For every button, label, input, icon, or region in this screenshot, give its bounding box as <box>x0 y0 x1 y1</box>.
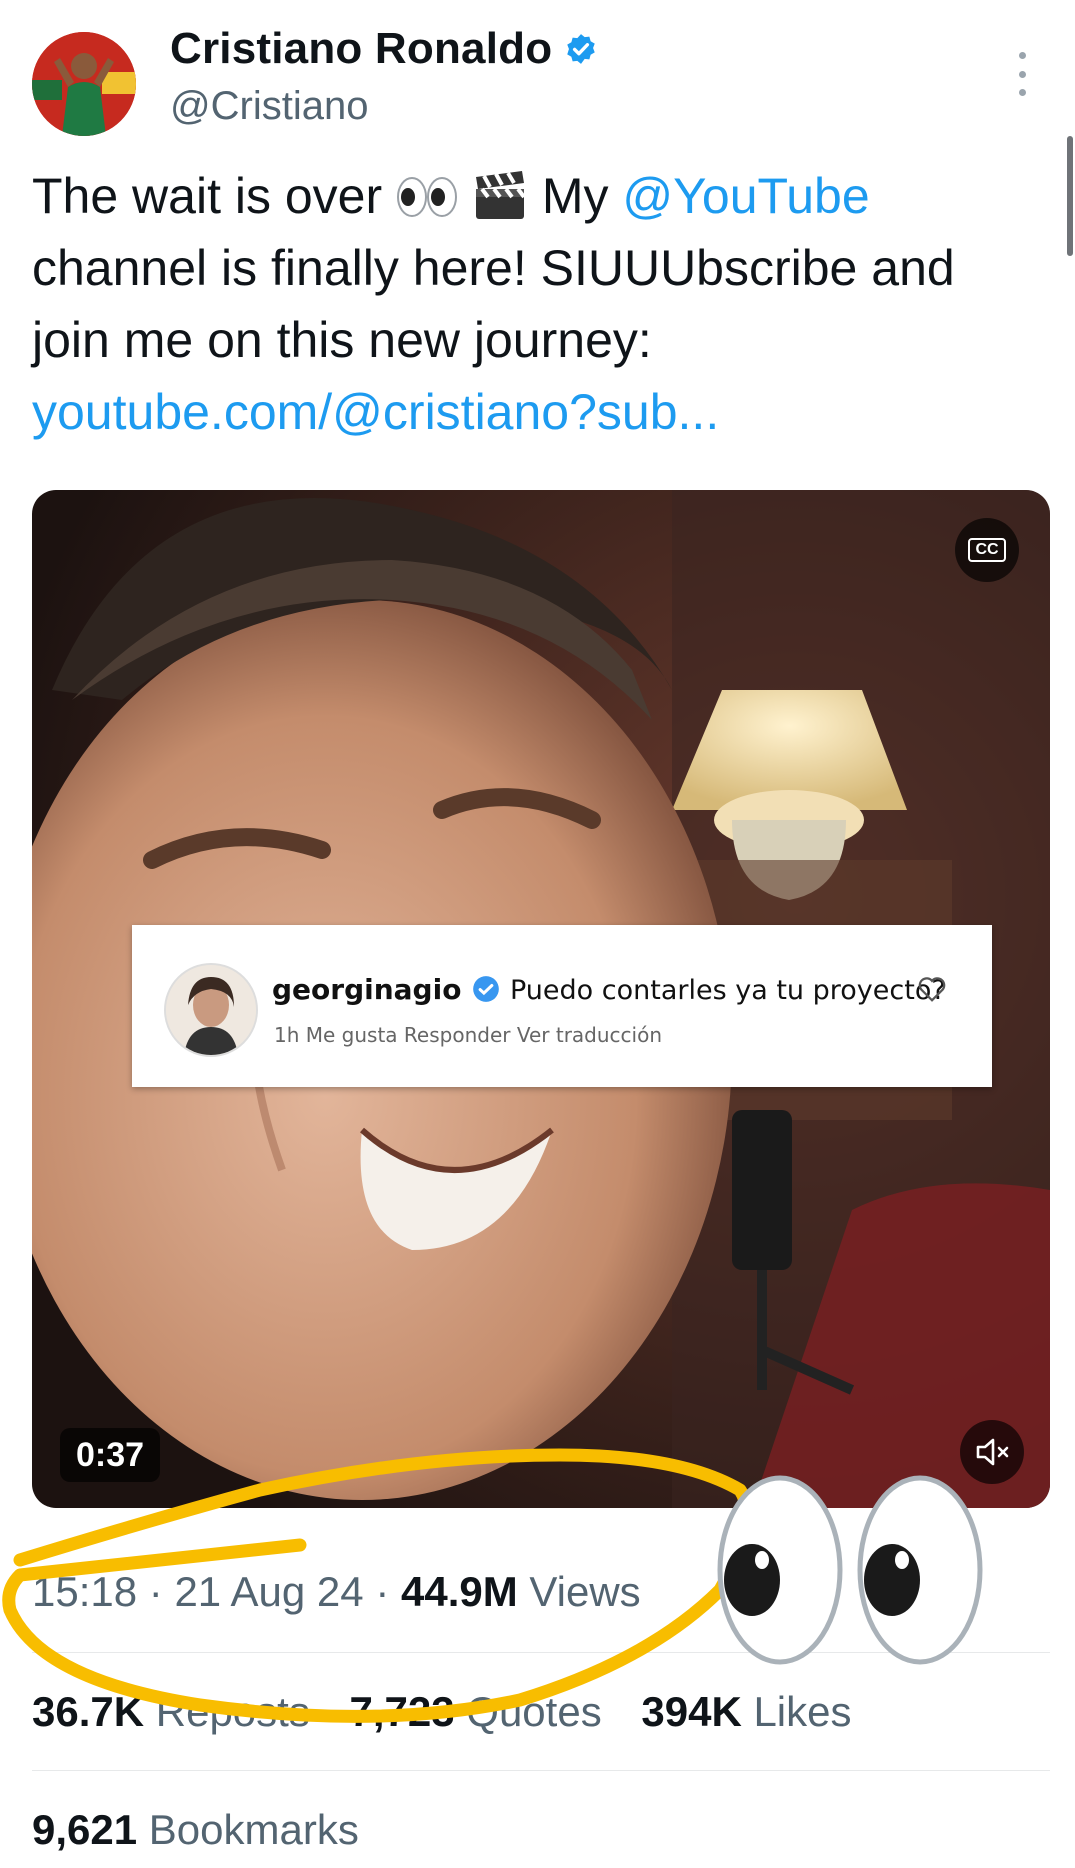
divider <box>32 1770 1050 1771</box>
closed-captions-icon[interactable]: CC <box>955 518 1019 582</box>
cc-label: CC <box>968 538 1006 562</box>
instagram-comment-overlay: georginagio Puedo contarles ya tu proyec… <box>132 925 992 1087</box>
reposts-stat[interactable]: 36.7K Reposts <box>32 1688 310 1735</box>
meta-separator: · <box>375 1568 390 1615</box>
author-handle[interactable]: @Cristiano <box>170 84 368 129</box>
scrollbar[interactable] <box>1067 136 1073 256</box>
commenter-username: georginagio <box>272 973 462 1006</box>
tweet-text-part3: channel is finally here! SIUUUbscribe an… <box>32 240 955 368</box>
commenter-verified-icon <box>473 976 499 1002</box>
clapper-board-icon <box>475 171 526 219</box>
tweet-date[interactable]: 21 Aug 24 <box>174 1568 363 1615</box>
comment-text: Puedo contarles ya tu proyecto? <box>510 975 946 1006</box>
eyes-emoji-icon <box>397 177 458 217</box>
tweet-meta: 15:18 · 21 Aug 24 · 44.9M Views <box>32 1568 641 1616</box>
likes-stat[interactable]: 394K Likes <box>641 1688 851 1735</box>
commenter-avatar <box>164 963 258 1057</box>
youtube-channel-link[interactable]: youtube.com/@cristiano?sub... <box>32 384 719 440</box>
reposts-count: 36.7K <box>32 1688 145 1735</box>
more-options-icon[interactable] <box>1015 52 1029 96</box>
verified-badge-icon <box>567 34 596 64</box>
tweet-text-part2: My <box>541 168 609 224</box>
views-count: 44.9M <box>400 1568 518 1615</box>
engagement-stats: 36.7K Reposts 7,723 Quotes 394K Likes <box>32 1688 880 1736</box>
tweet-time[interactable]: 15:18 <box>32 1568 137 1615</box>
likes-count: 394K <box>641 1688 742 1735</box>
meta-separator: · <box>148 1568 163 1615</box>
comment-meta: 1h Me gusta Responder Ver traducción <box>274 1023 662 1047</box>
tweet-text: The wait is over My @YouTube channel is … <box>32 160 1032 448</box>
bookmarks-count: 9,621 <box>32 1806 138 1853</box>
quotes-count: 7,723 <box>349 1688 455 1735</box>
divider <box>32 1652 1050 1653</box>
author-avatar[interactable] <box>32 32 136 136</box>
reposts-label: Reposts <box>155 1688 310 1735</box>
video-player[interactable]: georginagio Puedo contarles ya tu proyec… <box>32 490 1050 1508</box>
quotes-label: Quotes <box>466 1688 602 1735</box>
views-label: Views <box>529 1568 641 1615</box>
author-name[interactable]: Cristiano Ronaldo <box>170 24 552 74</box>
tweet-text-part1: The wait is over <box>32 168 383 224</box>
quotes-stat[interactable]: 7,723 Quotes <box>350 1688 602 1735</box>
youtube-mention-link[interactable]: @YouTube <box>622 168 869 224</box>
heart-icon <box>918 977 946 1002</box>
likes-label: Likes <box>753 1688 852 1735</box>
bookmarks-label: Bookmarks <box>148 1806 359 1853</box>
muted-speaker-icon[interactable] <box>960 1420 1024 1484</box>
video-duration: 0:37 <box>60 1428 161 1482</box>
author-name-row[interactable]: Cristiano Ronaldo <box>170 24 598 74</box>
bookmarks-stat[interactable]: 9,621 Bookmarks <box>32 1806 359 1854</box>
avatar-image <box>32 32 136 136</box>
